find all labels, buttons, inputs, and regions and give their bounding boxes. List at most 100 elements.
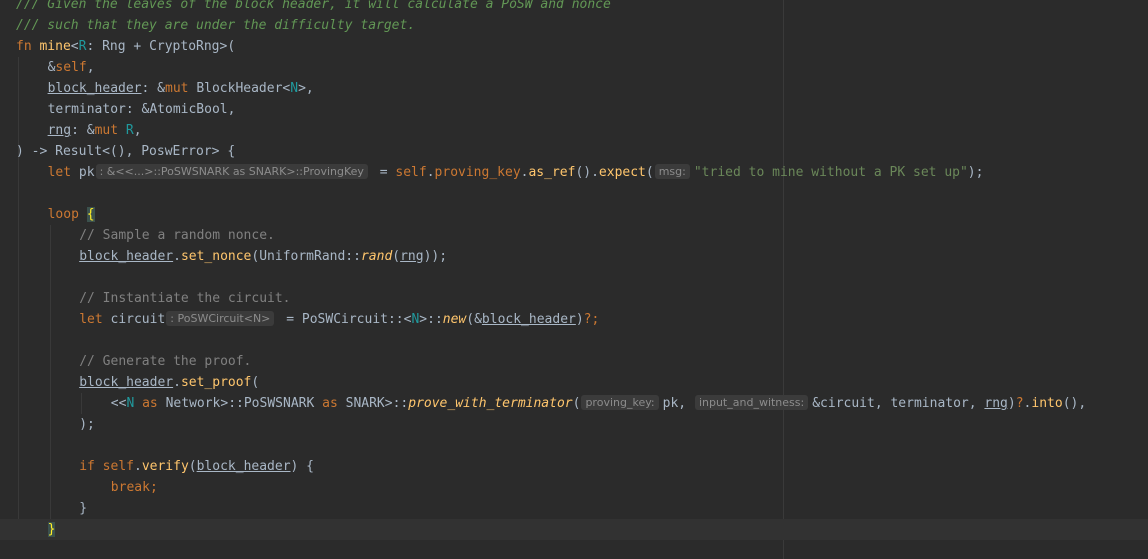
code-token: rng <box>400 249 424 264</box>
code-line[interactable]: ); <box>0 414 1148 435</box>
code-line[interactable]: // Sample a random nonce. <box>0 225 1148 246</box>
code-line[interactable]: let circuit: PoSWCircuit<N> = PoSWCircui… <box>0 309 1148 330</box>
code-token: // Generate the proof. <box>79 354 252 369</box>
code-token: ?; <box>583 312 600 327</box>
code-token: loop <box>47 207 87 222</box>
code-token: R <box>125 123 134 138</box>
code-line[interactable] <box>0 330 1148 351</box>
code-line[interactable] <box>0 183 1148 204</box>
code-line[interactable]: if self.verify(block_header) { <box>0 456 1148 477</box>
code-line[interactable]: block_header: &mut BlockHeader<N>, <box>0 78 1148 99</box>
code-token: SNARK>:: <box>345 396 409 411</box>
code-token: as <box>134 396 166 411</box>
code-token: terminator: &AtomicBool, <box>47 102 236 117</box>
code-token: prove_with_terminator <box>408 396 573 411</box>
code-token: "tried to mine without a PK set up" <box>693 165 968 180</box>
code-token: expect <box>598 165 646 180</box>
code-token: (& <box>466 312 482 327</box>
code-token: as_ref <box>528 165 576 180</box>
code-line[interactable]: fn mine<R: Rng + CryptoRng>( <box>0 36 1148 57</box>
code-token: N <box>290 81 299 96</box>
code-line[interactable]: loop { <box>0 204 1148 225</box>
code-line[interactable]: /// such that they are under the difficu… <box>0 15 1148 36</box>
code-token: // Sample a random nonce. <box>79 228 275 243</box>
code-token: ) <box>1007 396 1016 411</box>
code-token: as <box>322 396 346 411</box>
code-line[interactable]: rng: &mut R, <box>0 120 1148 141</box>
code-line[interactable]: } <box>0 519 1148 540</box>
code-line[interactable]: let pk: &<<...>::PoSWSNARK as SNARK>::Pr… <box>0 162 1148 183</box>
code-token: block_header <box>196 459 291 474</box>
code-token: < <box>70 39 79 54</box>
code-token: verify <box>141 459 189 474</box>
code-token: >, <box>298 81 314 96</box>
code-line[interactable] <box>0 435 1148 456</box>
code-token: set_proof <box>180 375 252 390</box>
code-line[interactable]: } <box>0 498 1148 519</box>
code-line[interactable]: &self, <box>0 57 1148 78</box>
code-token: circuit <box>110 312 166 327</box>
code-token: BlockHeader< <box>196 81 291 96</box>
code-line[interactable]: <<N as Network>::PoSWSNARK as SNARK>::pr… <box>0 393 1148 414</box>
code-token: rng <box>47 123 72 138</box>
code-line[interactable]: terminator: &AtomicBool, <box>0 99 1148 120</box>
code-token: )); <box>423 249 448 264</box>
code-token: ( <box>188 459 197 474</box>
code-token: pk, <box>662 396 694 411</box>
code-token: : & <box>71 123 95 138</box>
code-token: break <box>110 480 150 495</box>
code-token: (UniformRand:: <box>251 249 361 264</box>
code-token: : & <box>141 81 165 96</box>
code-token: self <box>395 165 427 180</box>
code-token: : Rng + CryptoRng>( <box>86 39 236 54</box>
code-token: self <box>55 60 87 75</box>
code-token: mut <box>165 81 197 96</box>
inlay-hint: : PoSWCircuit<N> <box>166 311 275 326</box>
code-token: . <box>173 249 181 264</box>
code-token: // Instantiate the circuit. <box>79 291 291 306</box>
code-token: >:: <box>419 312 443 327</box>
code-token: pk <box>78 165 95 180</box>
code-token: proving_key <box>434 165 521 180</box>
code-token: block_header <box>79 375 174 390</box>
code-line[interactable]: // Generate the proof. <box>0 351 1148 372</box>
code-token: { <box>86 207 95 222</box>
code-token: if <box>79 459 103 474</box>
code-token: } <box>47 522 56 537</box>
code-token: ( <box>645 165 654 180</box>
code-token: set_nonce <box>180 249 252 264</box>
code-token: new <box>442 312 467 327</box>
code-token: ); <box>79 417 95 432</box>
code-line[interactable]: block_header.set_nonce(UniformRand::rand… <box>0 246 1148 267</box>
code-token: /// Given the leaves of the block header… <box>16 0 611 12</box>
code-token: , <box>133 123 142 138</box>
code-token: let <box>47 165 79 180</box>
code-token: block_header <box>47 81 142 96</box>
code-token: , <box>86 60 95 75</box>
code-token: block_header <box>481 312 576 327</box>
code-token: = <box>371 165 396 180</box>
code-token: block_header <box>79 249 174 264</box>
code-token: } <box>79 501 88 516</box>
code-token: ) <box>575 312 584 327</box>
inlay-hint: : &<<...>::PoSWSNARK as SNARK>::ProvingK… <box>95 164 368 179</box>
code-line[interactable] <box>0 267 1148 288</box>
code-token: self <box>102 459 134 474</box>
code-token: fn <box>16 39 40 54</box>
code-token: let <box>79 312 111 327</box>
code-line[interactable]: ) -> Result<(), PoswError> { <box>0 141 1148 162</box>
code-token: into <box>1031 396 1063 411</box>
code-line[interactable]: break; <box>0 477 1148 498</box>
code-token: (). <box>575 165 599 180</box>
code-token: ; <box>149 480 158 495</box>
code-editor[interactable]: /// Given the leaves of the block header… <box>0 0 1148 559</box>
code-line[interactable]: // Instantiate the circuit. <box>0 288 1148 309</box>
code-token: = PoSWCircuit::< <box>278 312 412 327</box>
code-token: . <box>133 459 142 474</box>
code-token: ? <box>1015 396 1024 411</box>
code-line[interactable]: block_header.set_proof( <box>0 372 1148 393</box>
code-line[interactable]: /// Given the leaves of the block header… <box>0 0 1148 15</box>
code-token: . <box>173 375 181 390</box>
inlay-hint: proving_key: <box>581 395 659 410</box>
code-token: rng <box>984 396 1008 411</box>
